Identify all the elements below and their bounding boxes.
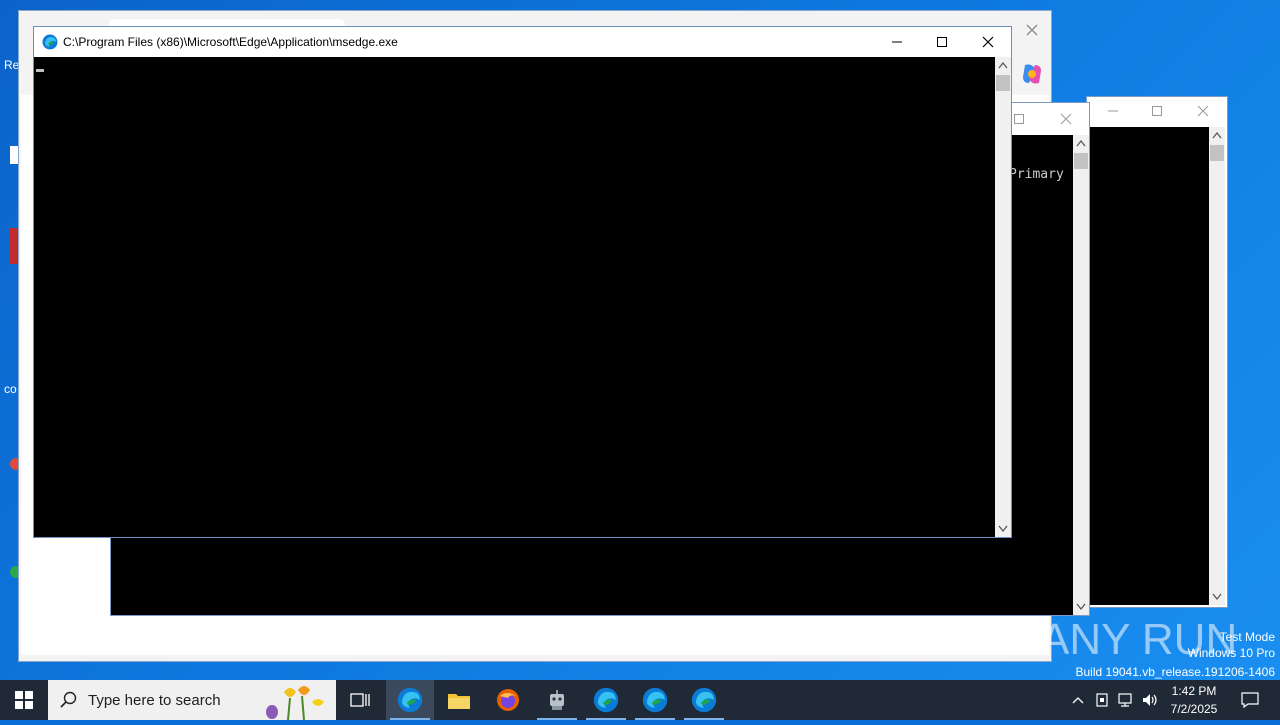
desktop-label-co[interactable]: co [4, 382, 17, 396]
search-box[interactable]: Type here to search [48, 680, 336, 721]
taskbar-clock[interactable]: 1:42 PM 7/2/2025 [1162, 682, 1226, 718]
edge-icon [691, 687, 717, 713]
firefox-icon [497, 689, 519, 711]
folder-icon [448, 694, 470, 709]
scroll-thumb[interactable] [996, 75, 1010, 91]
tray-network-icon[interactable] [1116, 690, 1136, 710]
taskbar-edge-1[interactable] [386, 680, 434, 720]
maximize-button[interactable] [1137, 97, 1177, 125]
console-body[interactable] [34, 57, 995, 537]
console-body[interactable] [1089, 127, 1209, 605]
tray-device-icon[interactable] [1092, 690, 1112, 710]
taskbar-file-explorer[interactable] [435, 680, 483, 720]
taskbar-firefox[interactable] [484, 680, 532, 720]
scroll-up-icon[interactable] [1073, 135, 1089, 151]
scrollbar[interactable] [995, 57, 1011, 537]
title-bar[interactable]: C:\Program Files (x86)\Microsoft\Edge\Ap… [34, 27, 1011, 57]
scroll-down-icon[interactable] [1209, 589, 1225, 605]
scroll-thumb[interactable] [1210, 145, 1224, 161]
scroll-up-icon[interactable] [995, 57, 1011, 73]
edge-icon [642, 687, 668, 713]
close-button[interactable] [1046, 105, 1086, 133]
scrollbar[interactable] [1073, 135, 1089, 615]
taskbar: Type here to search 1:42 PM 7/2/2025 [0, 680, 1280, 721]
maximize-button[interactable] [919, 27, 965, 57]
clock-date: 7/2/2025 [1170, 702, 1218, 716]
edge-icon [593, 687, 619, 713]
taskbar-robot-app[interactable] [533, 680, 581, 720]
watermark-os: Windows 10 Pro [1187, 646, 1275, 660]
scroll-down-icon[interactable] [995, 521, 1011, 537]
tray-volume-icon[interactable] [1140, 690, 1160, 710]
console-output-text: Primary [1009, 167, 1064, 182]
taskbar-edge-3[interactable] [631, 680, 679, 720]
taskbar-edge-2[interactable] [582, 680, 630, 720]
minimize-button[interactable] [874, 27, 920, 57]
close-button[interactable] [1183, 97, 1223, 125]
copilot-icon[interactable] [1019, 61, 1045, 87]
edge-icon [42, 34, 58, 50]
window-title: C:\Program Files (x86)\Microsoft\Edge\Ap… [63, 35, 398, 49]
search-placeholder: Type here to search [88, 692, 221, 709]
task-view-button[interactable] [336, 680, 384, 720]
console-window-main[interactable]: C:\Program Files (x86)\Microsoft\Edge\Ap… [33, 26, 1012, 538]
scroll-thumb[interactable] [1074, 153, 1088, 169]
scrollbar[interactable] [1209, 127, 1225, 605]
browser-close-icon[interactable] [1025, 23, 1039, 37]
clock-time: 1:42 PM [1171, 684, 1217, 698]
notification-center-icon[interactable] [1230, 680, 1270, 720]
text-cursor [36, 69, 44, 72]
search-icon [60, 691, 78, 709]
close-button[interactable] [965, 27, 1011, 57]
edge-icon [397, 687, 423, 713]
tray-chevron-up-icon[interactable] [1068, 690, 1088, 710]
watermark-build: Build 19041.vb_release.191206-1406 [1075, 665, 1276, 679]
console-window-3[interactable] [1086, 96, 1228, 608]
robot-icon [550, 690, 564, 710]
minimize-button[interactable] [1093, 97, 1133, 125]
scroll-up-icon[interactable] [1209, 127, 1225, 143]
start-button[interactable] [0, 680, 48, 720]
watermark-test-mode: Test Mode [1219, 630, 1275, 644]
windows-icon [15, 691, 33, 709]
search-highlight-flowers-icon [258, 682, 330, 721]
taskbar-edge-4[interactable] [680, 680, 728, 720]
